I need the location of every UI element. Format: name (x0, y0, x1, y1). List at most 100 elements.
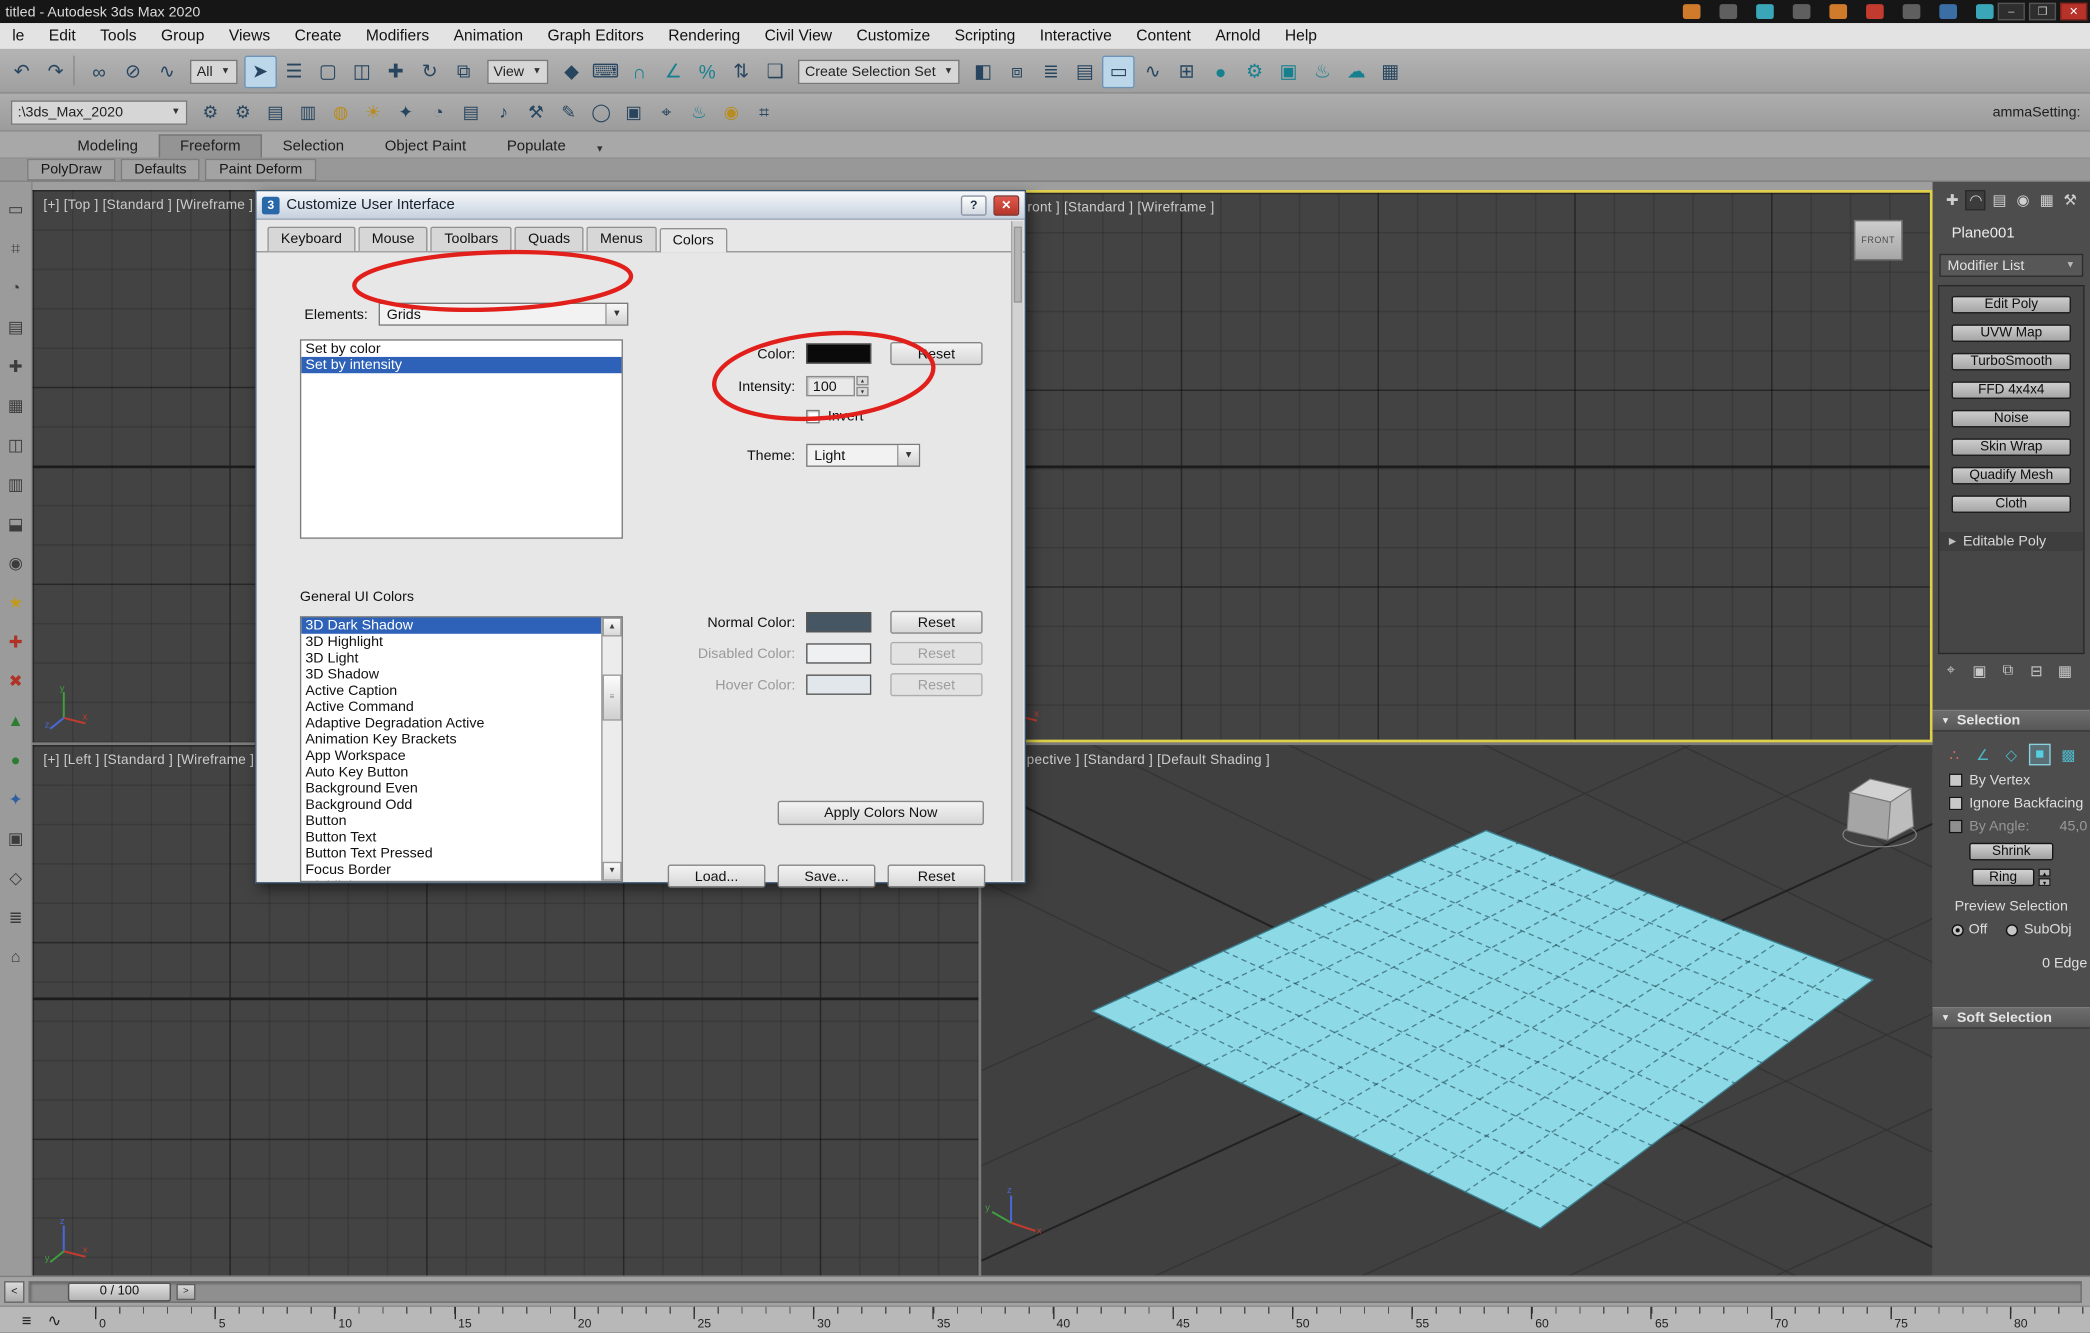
list-item[interactable]: 3D Dark Shadow (301, 617, 601, 633)
viewcube[interactable]: FRONT (1854, 220, 1903, 261)
circle-icon[interactable]: ◯ (586, 97, 616, 127)
unlink-selection-icon[interactable]: ⊘ (117, 55, 150, 88)
create-selection-set-dropdown[interactable]: Create Selection Set▼ (798, 59, 960, 83)
page-icon[interactable]: ▤ (456, 97, 486, 127)
align-icon[interactable]: ⧈ (1001, 55, 1034, 88)
previous-frame-button[interactable]: < (4, 1280, 24, 1302)
menu-item[interactable]: Help (1273, 28, 1330, 44)
left-toolbar-icon[interactable]: ◔ (5, 277, 27, 299)
list-item[interactable]: Set by intensity (301, 357, 621, 373)
next-frame-button[interactable]: > (176, 1283, 195, 1299)
bulb-icon[interactable]: ◉ (717, 97, 747, 127)
modifier-list-dropdown[interactable]: Modifier List ▼ (1939, 254, 2083, 277)
viewport-perspective-label[interactable]: erspective ] [Standard ] [Default Shadin… (1007, 753, 1270, 768)
menu-item[interactable]: Rendering (656, 28, 752, 44)
grid-helper-icon[interactable]: ⌗ (749, 97, 779, 127)
ribbon-panel-title[interactable]: PolyDraw (27, 159, 115, 181)
minimize-button[interactable]: – (1998, 3, 2025, 21)
modifier-stack-item[interactable]: Skin Wrap (1952, 438, 2071, 456)
import-icon[interactable]: ▤ (261, 97, 291, 127)
menu-item[interactable]: Graph Editors (535, 28, 656, 44)
make-unique-icon[interactable]: ⧉ (1998, 662, 2018, 680)
chevron-down-icon[interactable]: ▼ (897, 445, 919, 465)
left-toolbar-icon[interactable]: ● (5, 749, 27, 771)
left-toolbar-icon[interactable]: ▣ (5, 828, 27, 850)
left-toolbar-icon[interactable]: ⌗ (5, 237, 27, 259)
export-icon[interactable]: ▥ (293, 97, 323, 127)
select-by-name-icon[interactable]: ☰ (278, 55, 311, 88)
titlebar-app-icon[interactable] (1683, 4, 1701, 19)
tool-icon[interactable]: ⚒ (521, 97, 551, 127)
ribbon-panel-title[interactable]: Defaults (121, 159, 200, 181)
viewport-top-label[interactable]: [+] [Top ] [Standard ] [Wireframe ] (43, 198, 253, 213)
dialog-tab[interactable]: Toolbars (431, 227, 512, 251)
left-toolbar-icon[interactable]: ◇ (5, 867, 27, 889)
menu-item[interactable]: Content (1124, 28, 1203, 44)
modifier-stack-item[interactable]: Edit Poly (1952, 296, 2071, 314)
dialog-tab[interactable]: Keyboard (267, 227, 355, 251)
list-item[interactable]: Active Command (301, 699, 601, 715)
chevron-down-icon[interactable]: ▼ (605, 304, 627, 324)
invert-checkbox[interactable] (806, 410, 820, 424)
remove-modifier-icon[interactable]: ⊟ (2026, 662, 2046, 680)
object-name-field[interactable]: Plane001 (1952, 225, 2090, 241)
save-button[interactable]: Save... (778, 864, 876, 887)
schematic-view-icon[interactable]: ⊞ (1170, 55, 1203, 88)
menu-item[interactable]: le (0, 28, 37, 44)
load-button[interactable]: Load... (668, 864, 766, 887)
intensity-spinner[interactable]: ▲▼ (856, 376, 868, 396)
light-icon[interactable]: ◍ (326, 97, 356, 127)
titlebar-app-icon[interactable] (1939, 4, 1957, 19)
utilities-tab-icon[interactable]: ⚒ (2060, 190, 2080, 210)
checkbox-box[interactable] (1949, 797, 1963, 811)
menu-item[interactable]: Civil View (752, 28, 844, 44)
menu-item[interactable]: Create (282, 28, 353, 44)
list-item[interactable]: Set by color (301, 341, 621, 357)
titlebar-app-icon[interactable] (1976, 4, 1994, 19)
checkbox-box[interactable] (1949, 774, 1963, 788)
normal-color-swatch[interactable] (806, 612, 871, 632)
viewport-front-label[interactable]: ront ] [Standard ] [Wireframe ] (1027, 201, 1214, 216)
list-item[interactable]: Button Text Pressed (301, 845, 601, 861)
window-crossing-icon[interactable]: ◫ (346, 55, 379, 88)
named-selection-sets-icon[interactable]: ❑ (759, 55, 792, 88)
vertex-icon[interactable]: ∴ (1943, 744, 1965, 766)
open-mini-curve-editor-icon[interactable]: ≡ (22, 1310, 32, 1329)
base-object-row[interactable]: ▶ Editable Poly (1939, 532, 2083, 551)
radio-dot[interactable] (1951, 924, 1963, 936)
list-item[interactable]: Adaptive Degradation Active (301, 715, 601, 731)
help-button[interactable]: ? (961, 195, 987, 215)
ring-button[interactable]: Ring (1972, 869, 2034, 887)
normal-color-reset-button[interactable]: Reset (890, 611, 982, 634)
close-button[interactable]: ✕ (2060, 3, 2087, 21)
list-item[interactable]: Button (301, 813, 601, 829)
sun-icon[interactable]: ☀ (358, 97, 388, 127)
menu-item[interactable]: Arnold (1203, 28, 1273, 44)
theme-dropdown[interactable]: Light ▼ (806, 444, 920, 467)
by-angle-checkbox[interactable]: By Angle: 45,0 (1949, 818, 2090, 834)
select-and-rotate-icon[interactable]: ↻ (413, 55, 446, 88)
percent-snap-icon[interactable]: % (691, 55, 724, 88)
material-editor-icon[interactable]: ● (1204, 55, 1237, 88)
by-vertex-checkbox[interactable]: By Vertex (1949, 772, 2090, 788)
intensity-field[interactable]: 100 (806, 376, 855, 396)
keyboard-override-icon[interactable]: ⌨ (589, 55, 622, 88)
left-toolbar-icon[interactable]: ◉ (5, 552, 27, 574)
left-toolbar-icon[interactable]: ⬓ (5, 513, 27, 535)
menu-item[interactable]: Animation (441, 28, 535, 44)
color-reset-button[interactable]: Reset (890, 342, 982, 365)
ribbon-tab[interactable]: Freeform (158, 134, 262, 157)
left-toolbar-icon[interactable]: ▲ (5, 710, 27, 732)
modifier-stack-item[interactable]: FFD 4x4x4 (1952, 381, 2071, 399)
list-item[interactable]: 3D Highlight (301, 634, 601, 650)
undo-icon[interactable]: ↶ (5, 55, 38, 88)
star-icon[interactable]: ✦ (391, 97, 421, 127)
render-flyout-icon[interactable]: ▦ (1374, 55, 1407, 88)
ribbon-caret-icon[interactable]: ▾ (586, 140, 613, 158)
left-toolbar-icon[interactable]: ▦ (5, 395, 27, 417)
layer-manager-icon[interactable]: ≣ (1035, 55, 1068, 88)
menu-item[interactable]: Modifiers (354, 28, 442, 44)
pencil-icon[interactable]: ✎ (554, 97, 584, 127)
ui-colors-list[interactable]: 3D Dark Shadow3D Highlight3D Light3D Sha… (300, 616, 623, 882)
sound-icon[interactable]: ♪ (489, 97, 519, 127)
